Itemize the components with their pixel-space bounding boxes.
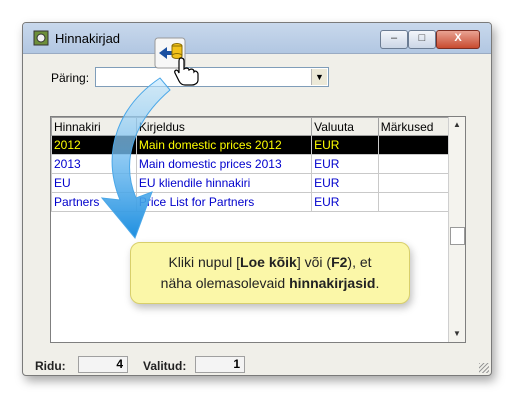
cell-markused bbox=[377, 154, 450, 174]
minimize-button[interactable]: – bbox=[380, 30, 408, 49]
callout-text: Kliki nupul [ bbox=[168, 254, 241, 270]
rows-count: 4 bbox=[78, 356, 128, 373]
scroll-thumb[interactable] bbox=[450, 227, 465, 245]
callout-load-all: Loe kõik bbox=[240, 254, 297, 270]
close-button[interactable]: X bbox=[436, 30, 480, 49]
callout-pricelists: hinnakirjasid bbox=[289, 275, 376, 291]
curved-arrow-icon bbox=[100, 77, 171, 239]
cell-valuuta: EUR bbox=[311, 173, 379, 193]
load-all-button[interactable] bbox=[153, 36, 199, 86]
maximize-button[interactable]: □ bbox=[408, 30, 436, 49]
app-icon bbox=[33, 30, 49, 46]
callout-text: ), et bbox=[347, 254, 372, 270]
callout-hotkey: F2 bbox=[331, 254, 348, 270]
window-title: Hinnakirjad bbox=[55, 31, 121, 46]
vertical-scrollbar[interactable]: ▲ ▼ bbox=[448, 117, 465, 342]
status-bar: Ridu: 4 Valitud: 1 bbox=[23, 353, 491, 375]
help-callout: Kliki nupul [Loe kõik] või (F2), et näha… bbox=[130, 242, 410, 304]
title-bar: Hinnakirjad – □ X bbox=[23, 23, 491, 54]
scroll-down-icon[interactable]: ▼ bbox=[449, 326, 465, 342]
callout-text: . bbox=[375, 275, 380, 291]
cell-markused bbox=[377, 173, 450, 193]
cell-valuuta: EUR bbox=[311, 135, 379, 155]
column-header-valuuta[interactable]: Valuuta bbox=[311, 117, 379, 136]
query-label: Päring: bbox=[51, 71, 90, 85]
rows-label: Ridu: bbox=[35, 359, 66, 373]
selected-count: 1 bbox=[195, 356, 245, 373]
scroll-up-icon[interactable]: ▲ bbox=[449, 117, 465, 133]
callout-text: ] või ( bbox=[296, 254, 332, 270]
column-header-markused[interactable]: Märkused bbox=[377, 117, 450, 136]
selected-label: Valitud: bbox=[143, 359, 187, 373]
hand-pointer-icon bbox=[174, 57, 199, 86]
callout-text: näha olemasolevaid bbox=[160, 275, 290, 291]
chevron-down-icon[interactable]: ▼ bbox=[311, 69, 327, 85]
cell-markused bbox=[377, 135, 450, 155]
cell-valuuta: EUR bbox=[311, 192, 379, 212]
cell-markused bbox=[377, 192, 450, 212]
resize-grip-icon[interactable] bbox=[479, 363, 489, 373]
cell-valuuta: EUR bbox=[311, 154, 379, 174]
